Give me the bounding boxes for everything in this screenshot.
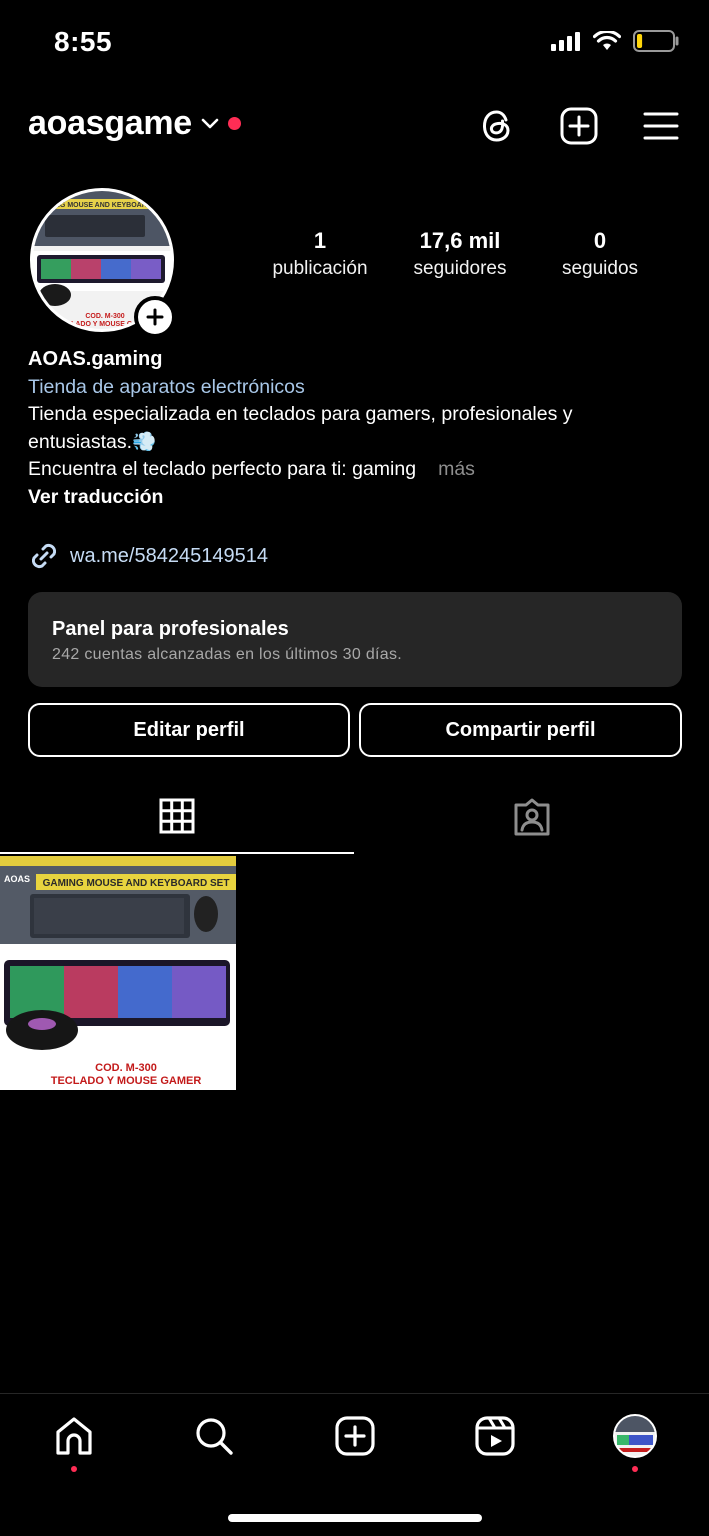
search-icon bbox=[196, 1418, 233, 1455]
post-caption-text: TECLADO Y MOUSE GAMER bbox=[51, 1075, 202, 1087]
status-icons bbox=[551, 30, 681, 52]
nav-reels[interactable] bbox=[473, 1414, 517, 1458]
posts-count[interactable]: 1 publicación bbox=[250, 228, 390, 280]
account-switcher[interactable]: aoasgame bbox=[28, 104, 241, 143]
bio-line-text: Encuentra el teclado perfecto para ti: g… bbox=[28, 458, 417, 480]
profile-notification-dot bbox=[632, 1466, 638, 1472]
bio-line-2: entusiastas.💨 bbox=[28, 429, 688, 457]
display-name: AOAS.gaming bbox=[28, 348, 163, 370]
see-translation-link[interactable]: Ver traducción bbox=[28, 484, 688, 512]
more-link[interactable]: más bbox=[438, 458, 475, 480]
bio-line-text: entusiastas. bbox=[28, 430, 133, 453]
dash-emoji: 💨 bbox=[132, 430, 157, 453]
create-icon bbox=[335, 1416, 375, 1456]
signal-icon bbox=[551, 32, 580, 51]
nav-home[interactable] bbox=[52, 1414, 96, 1458]
edit-profile-button[interactable]: Editar perfil bbox=[28, 703, 350, 757]
reels-icon bbox=[475, 1416, 515, 1456]
following-count[interactable]: 0 seguidos bbox=[530, 228, 670, 280]
svg-text:COD. M-300: COD. M-300 bbox=[85, 313, 124, 320]
add-story-button[interactable] bbox=[134, 296, 176, 338]
battery-icon bbox=[633, 30, 679, 52]
tagged-icon bbox=[514, 798, 550, 836]
stat-label: seguidores bbox=[413, 258, 507, 279]
share-profile-button[interactable]: Compartir perfil bbox=[359, 703, 682, 757]
panel-subtitle: 242 cuentas alcanzadas en los últimos 30… bbox=[52, 646, 403, 663]
bio-line: Tienda especializada en teclados para ga… bbox=[28, 403, 573, 425]
tab-tagged[interactable] bbox=[355, 780, 709, 854]
post-code-text: COD. M-300 bbox=[95, 1062, 157, 1074]
home-icon bbox=[56, 1417, 92, 1455]
stat-label: seguidos bbox=[561, 258, 639, 279]
stat-label: publicación bbox=[272, 258, 368, 279]
status-time: 8:55 bbox=[54, 26, 113, 57]
nav-search[interactable] bbox=[192, 1414, 236, 1458]
wifi-icon bbox=[593, 31, 621, 50]
create-icon bbox=[560, 107, 598, 145]
link-text[interactable]: wa.me/584245149514 bbox=[70, 545, 268, 568]
followers-count[interactable]: 17,6 mil seguidores bbox=[390, 228, 530, 280]
nav-profile[interactable] bbox=[613, 1414, 657, 1458]
stat-number: 17,6 mil bbox=[419, 228, 501, 253]
status-bar: 8:55 bbox=[0, 0, 709, 90]
home-notification-dot bbox=[71, 1466, 77, 1472]
profile-stats: 1 publicación 17,6 mil seguidores 0 segu… bbox=[250, 228, 670, 280]
profile-header: aoasgame bbox=[0, 100, 709, 156]
tab-posts-grid[interactable] bbox=[0, 780, 354, 854]
create-button[interactable] bbox=[559, 106, 599, 146]
stat-number: 0 bbox=[593, 228, 607, 253]
category-label: Tienda de aparatos electrónicos bbox=[28, 375, 305, 398]
header-actions bbox=[477, 106, 681, 146]
svg-text:GAMING MOUSE AND KEYBOARD SET: GAMING MOUSE AND KEYBOARD SET bbox=[37, 202, 169, 209]
post-image: GAMING MOUSE AND KEYBOARD SET AOAS COD. … bbox=[0, 856, 236, 1090]
bio: AOAS.gaming Tienda de aparatos electróni… bbox=[28, 346, 688, 511]
notification-dot bbox=[227, 117, 241, 130]
bio-line-3: Encuentra el teclado perfecto para ti: g… bbox=[28, 456, 688, 484]
chevron-down-icon bbox=[201, 118, 219, 128]
bio-link[interactable]: wa.me/584245149514 bbox=[28, 540, 268, 572]
link-icon bbox=[31, 543, 57, 569]
menu-button[interactable] bbox=[641, 106, 681, 146]
post-brand-text: AOAS bbox=[4, 874, 30, 884]
grid-icon bbox=[159, 798, 195, 834]
menu-icon bbox=[643, 112, 679, 140]
home-indicator bbox=[228, 1514, 482, 1522]
threads-button[interactable] bbox=[477, 106, 517, 146]
plus-icon bbox=[146, 308, 164, 326]
username: aoasgame bbox=[28, 104, 192, 142]
panel-title: Panel para profesionales bbox=[52, 618, 289, 640]
profile-avatar-icon bbox=[613, 1414, 657, 1458]
post-thumbnail[interactable]: GAMING MOUSE AND KEYBOARD SET AOAS COD. … bbox=[0, 856, 236, 1090]
professional-dashboard[interactable]: Panel para profesionales 242 cuentas alc… bbox=[28, 592, 682, 687]
stat-number: 1 bbox=[313, 228, 327, 253]
threads-icon bbox=[482, 110, 510, 142]
nav-create[interactable] bbox=[333, 1414, 377, 1458]
post-banner-text: GAMING MOUSE AND KEYBOARD SET bbox=[43, 878, 230, 889]
content-tabs bbox=[0, 780, 709, 856]
